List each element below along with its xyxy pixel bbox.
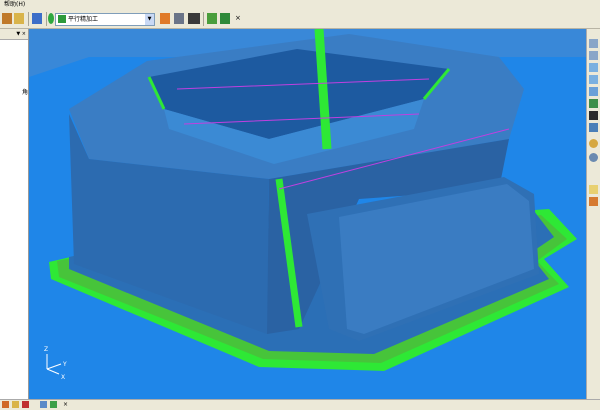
chevron-down-icon[interactable]: ▼ (145, 14, 154, 25)
status-icon[interactable] (2, 401, 9, 408)
strategy-value: 平行精加工 (68, 16, 99, 23)
axis-z-label: Z (44, 346, 48, 353)
shaded-icon[interactable] (589, 123, 598, 132)
strategy-combo[interactable]: 平行精加工 ▼ (55, 13, 155, 26)
save-icon[interactable] (14, 13, 24, 24)
menu-bar: 帮助(H) (0, 0, 600, 10)
status-bar: × (0, 399, 600, 410)
wireframe-icon[interactable] (589, 111, 598, 120)
axis-x-label: X (61, 374, 65, 381)
close-icon[interactable]: × (235, 13, 241, 24)
simulation-icon[interactable] (188, 13, 200, 24)
view-toolbar (586, 29, 600, 399)
ruler-icon[interactable] (174, 13, 184, 24)
status-icon[interactable] (40, 401, 47, 408)
refresh-icon[interactable] (589, 99, 598, 108)
status-icon[interactable] (12, 401, 19, 408)
explorer-panel: ▼ × 角 (0, 29, 29, 399)
calculator-icon[interactable] (160, 13, 170, 24)
raster-finish-icon[interactable] (48, 13, 54, 24)
shade-icon[interactable] (207, 13, 217, 24)
status-icon[interactable] (22, 401, 29, 408)
explorer-item[interactable]: 角 (22, 87, 28, 96)
graphics-viewport[interactable]: Z Y X (29, 29, 586, 399)
view-side-icon[interactable] (589, 75, 598, 84)
menu-help[interactable]: 帮助(H) (4, 0, 25, 10)
view-top-icon[interactable] (589, 51, 598, 60)
measure-icon[interactable] (589, 197, 598, 206)
pan-icon[interactable] (220, 13, 230, 24)
toolbar-separator (46, 12, 47, 26)
explorer-header[interactable]: ▼ × (0, 29, 28, 40)
close-icon[interactable]: × (63, 399, 68, 410)
lighting-icon[interactable] (589, 139, 598, 148)
view-front-icon[interactable] (589, 63, 598, 72)
status-icon[interactable] (50, 401, 57, 408)
toolbar-separator (28, 12, 29, 26)
axis-y-label: Y (62, 361, 67, 368)
zoom-icon[interactable] (589, 87, 598, 96)
open-icon[interactable] (2, 13, 12, 24)
tool-icon[interactable] (32, 13, 42, 24)
toolpath-scene: Z Y X (29, 29, 586, 399)
pointer-icon[interactable] (589, 185, 598, 194)
toolbar-separator (203, 12, 204, 26)
toolbar: 平行精加工 ▼ × (0, 10, 600, 29)
globe-icon[interactable] (589, 153, 598, 162)
view-iso-icon[interactable] (589, 39, 598, 48)
strategy-icon (58, 15, 66, 23)
